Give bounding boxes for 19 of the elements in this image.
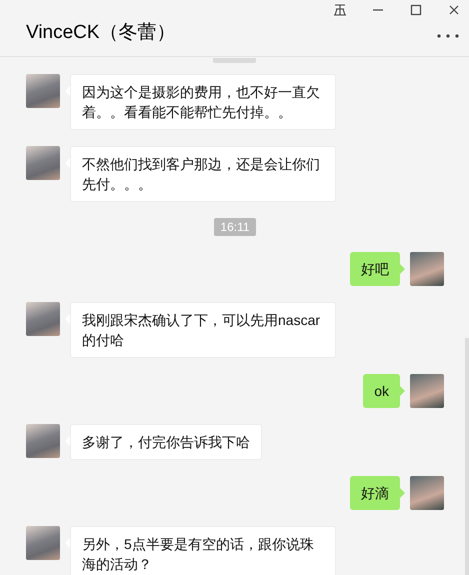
- message-bubble: 多谢了，付完你告诉我下哈: [70, 424, 262, 460]
- avatar-photo[interactable]: [26, 146, 60, 180]
- message-bubble: ok: [363, 374, 400, 408]
- avatar-photo[interactable]: [410, 476, 444, 510]
- avatar-photo[interactable]: [26, 526, 60, 560]
- chat-title: VinceCK（冬蕾）: [26, 21, 176, 45]
- avatar-photo[interactable]: [26, 74, 60, 108]
- message-bubble: 好吧: [350, 252, 400, 286]
- timestamp: 16:11: [214, 218, 256, 236]
- avatar-photo[interactable]: [26, 424, 60, 458]
- avatar-photo[interactable]: [410, 374, 444, 408]
- avatar-photo[interactable]: [26, 302, 60, 336]
- message-bubble: 因为这个是摄影的费用，也不好一直欠着。。看看能不能帮忙先付掉。。: [70, 74, 336, 130]
- avatar-photo[interactable]: [410, 252, 444, 286]
- message-bubble: 我刚跟宋杰确认了下，可以先用nascar的付哈: [70, 302, 336, 358]
- more-icon[interactable]: [437, 34, 459, 38]
- message-bubble: 不然他们找到客户那边，还是会让你们先付。。。: [70, 146, 336, 202]
- message-bubble: 好滴: [350, 476, 400, 510]
- message-bubble: 另外，5点半要是有空的话，跟你说珠海的活动？: [70, 526, 336, 575]
